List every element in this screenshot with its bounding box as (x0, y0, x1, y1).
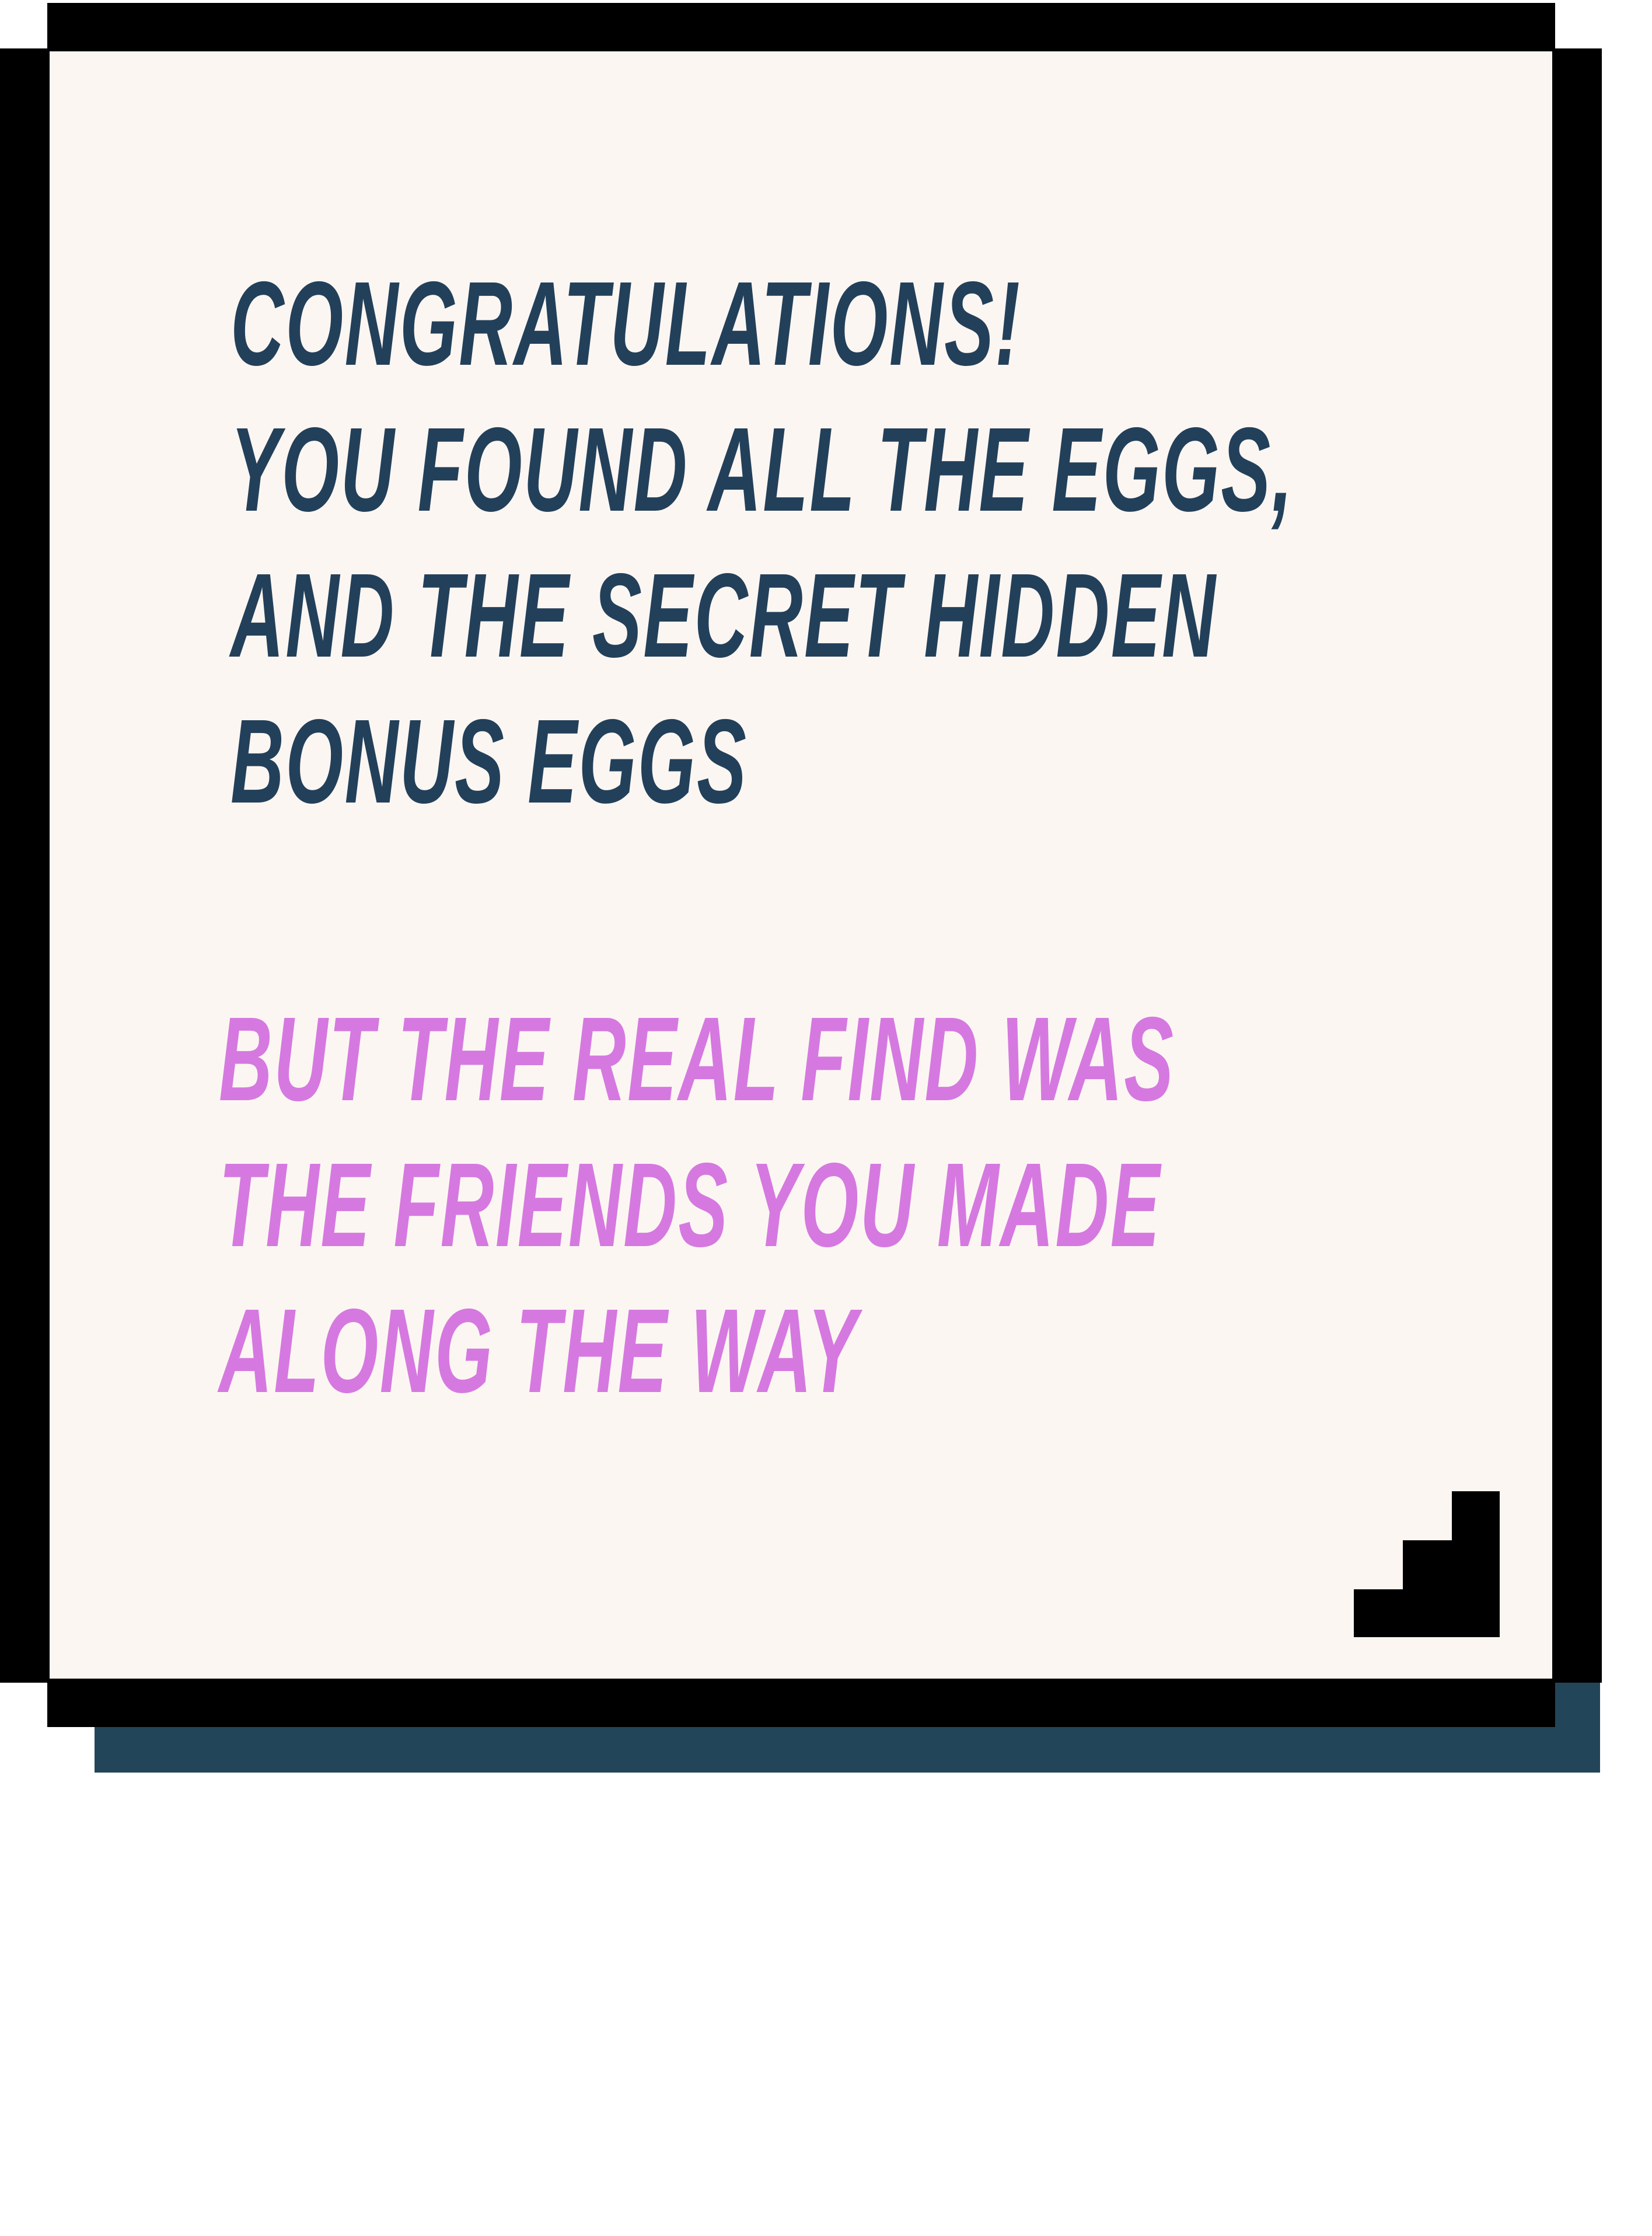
punchline-line: BUT THE REAL FIND WAS (219, 992, 1175, 1126)
resize-corner-icon[interactable] (1354, 1491, 1500, 1637)
corner-step-tall (1452, 1491, 1500, 1637)
punchline-line: ALONG THE WAY (219, 1284, 859, 1418)
message-line: YOU FOUND ALL THE EGGS, (230, 403, 1294, 536)
corner-step-mid (1403, 1540, 1455, 1637)
dialog-border-bottom (47, 1679, 1555, 1727)
dialog-border-right (1552, 48, 1602, 1683)
punchline-line: THE FRIENDS YOU MADE (219, 1138, 1161, 1272)
corner-step-low (1354, 1589, 1406, 1637)
message-line: CONGRATULATIONS! (230, 257, 1022, 390)
dialog-border-top (47, 3, 1555, 51)
punchline-message: BUT THE REAL FIND WAS THE FRIENDS YOU MA… (219, 986, 1175, 1424)
message-line: AND THE SECRET HIDDEN (230, 549, 1217, 682)
congratulations-message: CONGRATULATIONS! YOU FOUND ALL THE EGGS,… (230, 251, 1294, 835)
message-line: BONUS EGGS (230, 695, 748, 828)
dialog-border-left (0, 48, 50, 1683)
